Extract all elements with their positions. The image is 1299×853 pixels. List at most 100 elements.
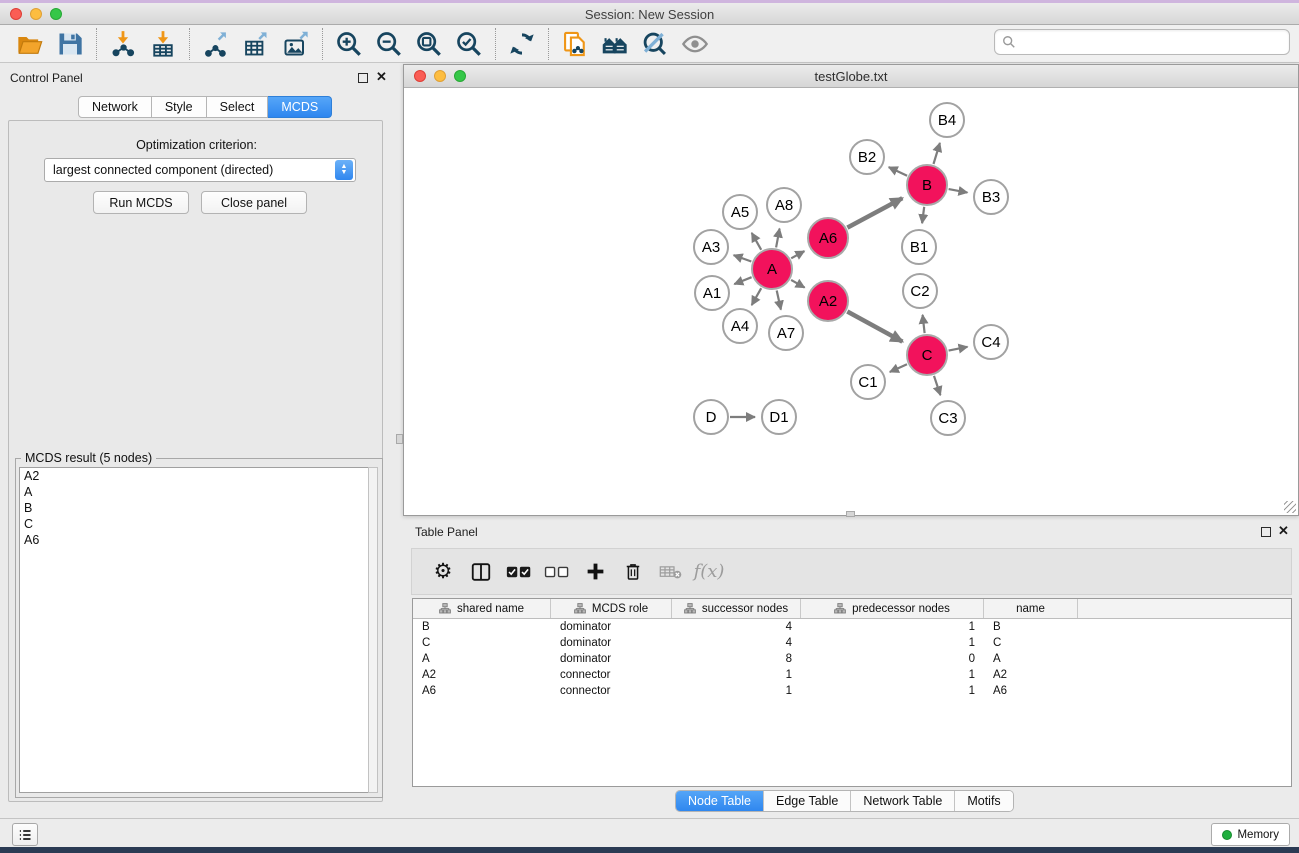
gear-button[interactable]: ⚙ (424, 554, 462, 590)
zoom-in-button[interactable] (329, 27, 369, 61)
graph-node-B2[interactable]: B2 (849, 139, 885, 175)
export-image-button[interactable] (276, 27, 316, 61)
graph-node-A7[interactable]: A7 (768, 315, 804, 351)
run-mcds-button[interactable]: Run MCDS (93, 191, 189, 214)
mcds-result-list[interactable]: A2ABCA6 (19, 467, 371, 793)
edge-C-C2[interactable] (923, 315, 925, 333)
graph-node-A3[interactable]: A3 (693, 229, 729, 265)
graph-node-B1[interactable]: B1 (901, 229, 937, 265)
column-header-2[interactable]: successor nodes (672, 599, 801, 618)
mcds-result-item[interactable]: A (20, 484, 370, 500)
column-header-1[interactable]: MCDS role (551, 599, 672, 618)
edge-C-C4[interactable] (949, 347, 968, 351)
zoom-out-button[interactable] (369, 27, 409, 61)
network-view-window[interactable]: testGlobe.txt B4B2BB3A8A5A6A3B1AC2A1A2A4… (403, 64, 1299, 516)
float-panel-icon[interactable] (358, 73, 368, 83)
tab-edge-table[interactable]: Edge Table (763, 791, 850, 811)
zoom-selected-button[interactable] (449, 27, 489, 61)
horizontal-splitter-thumb[interactable] (846, 511, 855, 517)
graph-node-D1[interactable]: D1 (761, 399, 797, 435)
graph-node-B3[interactable]: B3 (973, 179, 1009, 215)
graph-node-B4[interactable]: B4 (929, 102, 965, 138)
graph-node-C4[interactable]: C4 (973, 324, 1009, 360)
save-session-button[interactable] (50, 27, 90, 61)
table-row[interactable]: Cdominator41C (413, 635, 1291, 651)
close-panel-icon[interactable]: ✕ (376, 72, 387, 82)
edge-B-B2[interactable] (889, 167, 907, 176)
edge-B-B3[interactable] (949, 189, 968, 193)
network-canvas[interactable]: B4B2BB3A8A5A6A3B1AC2A1A2A4A7C4CC1C3DD1 (404, 88, 1298, 515)
edge-A-A5[interactable] (752, 233, 762, 250)
table-row[interactable]: Bdominator41B (413, 619, 1291, 635)
column-header-3[interactable]: predecessor nodes (801, 599, 984, 618)
tab-network-table[interactable]: Network Table (850, 791, 954, 811)
tab-network[interactable]: Network (78, 96, 152, 118)
function-button[interactable]: f(x) (690, 554, 728, 590)
column-header-4[interactable]: name (984, 599, 1078, 618)
table-row[interactable]: Adominator80A (413, 651, 1291, 667)
show-all-button[interactable] (595, 27, 635, 61)
edge-A6-B[interactable] (847, 198, 902, 227)
import-table-button[interactable] (143, 27, 183, 61)
edge-B-B1[interactable] (922, 207, 924, 223)
search-input[interactable] (1016, 32, 1289, 52)
vertical-splitter-thumb[interactable] (396, 434, 403, 444)
zoom-fit-button[interactable] (409, 27, 449, 61)
search-box[interactable] (994, 29, 1290, 55)
edge-A-A8[interactable] (776, 229, 780, 248)
graph-node-D[interactable]: D (693, 399, 729, 435)
edge-A-A4[interactable] (752, 288, 762, 305)
tab-mcds[interactable]: MCDS (268, 96, 332, 118)
tab-motifs[interactable]: Motifs (954, 791, 1012, 811)
float-table-panel-icon[interactable] (1261, 527, 1271, 537)
import-network-button[interactable] (103, 27, 143, 61)
table-row[interactable]: A2connector11A2 (413, 667, 1291, 683)
resize-grip[interactable] (1284, 501, 1296, 513)
edge-A2-C[interactable] (847, 312, 902, 342)
tab-select[interactable]: Select (207, 96, 269, 118)
table-row[interactable]: A6connector11A6 (413, 683, 1291, 699)
mcds-result-item[interactable]: C (20, 516, 370, 532)
tab-style[interactable]: Style (152, 96, 207, 118)
network-window-titlebar[interactable]: testGlobe.txt (404, 65, 1298, 88)
graph-node-A5[interactable]: A5 (722, 194, 758, 230)
edge-A-A1[interactable] (734, 277, 751, 284)
show-hide-button[interactable] (675, 27, 715, 61)
split-panes-button[interactable] (462, 554, 500, 590)
criterion-dropdown[interactable]: largest connected component (directed) ▲… (44, 158, 356, 182)
graph-node-C[interactable]: C (906, 334, 948, 376)
close-table-panel-icon[interactable]: ✕ (1278, 526, 1289, 536)
edge-A-A7[interactable] (777, 291, 781, 310)
edge-A-A3[interactable] (734, 255, 752, 261)
delete-table-button[interactable] (652, 554, 690, 590)
open-session-button[interactable] (10, 27, 50, 61)
close-panel-button[interactable]: Close panel (201, 191, 307, 214)
graph-node-B[interactable]: B (906, 164, 948, 206)
edge-C-C3[interactable] (934, 376, 940, 395)
edge-B-B4[interactable] (934, 143, 940, 164)
export-network-button[interactable] (196, 27, 236, 61)
mcds-result-item[interactable]: A2 (20, 468, 370, 484)
apply-layout-button[interactable] (502, 27, 542, 61)
graph-node-C3[interactable]: C3 (930, 400, 966, 436)
edge-A-A6[interactable] (791, 251, 804, 258)
memory-button[interactable]: Memory (1211, 823, 1290, 846)
tab-node-table[interactable]: Node Table (676, 791, 763, 811)
delete-column-button[interactable] (614, 554, 652, 590)
new-network-button[interactable] (555, 27, 595, 61)
mcds-result-item[interactable]: B (20, 500, 370, 516)
graph-node-A1[interactable]: A1 (694, 275, 730, 311)
graph-node-C2[interactable]: C2 (902, 273, 938, 309)
edge-A-A2[interactable] (791, 280, 805, 288)
show-panels-button[interactable] (12, 823, 38, 846)
deselect-all-button[interactable] (538, 554, 576, 590)
edge-C-C1[interactable] (890, 364, 907, 372)
export-table-button[interactable] (236, 27, 276, 61)
graph-node-A8[interactable]: A8 (766, 187, 802, 223)
column-header-0[interactable]: shared name (413, 599, 551, 618)
mcds-result-item[interactable]: A6 (20, 532, 370, 548)
app-titlebar[interactable]: Session: New Session (0, 3, 1299, 25)
graph-node-A[interactable]: A (751, 248, 793, 290)
graph-node-A6[interactable]: A6 (807, 217, 849, 259)
mcds-list-scrollbar[interactable] (368, 467, 378, 793)
